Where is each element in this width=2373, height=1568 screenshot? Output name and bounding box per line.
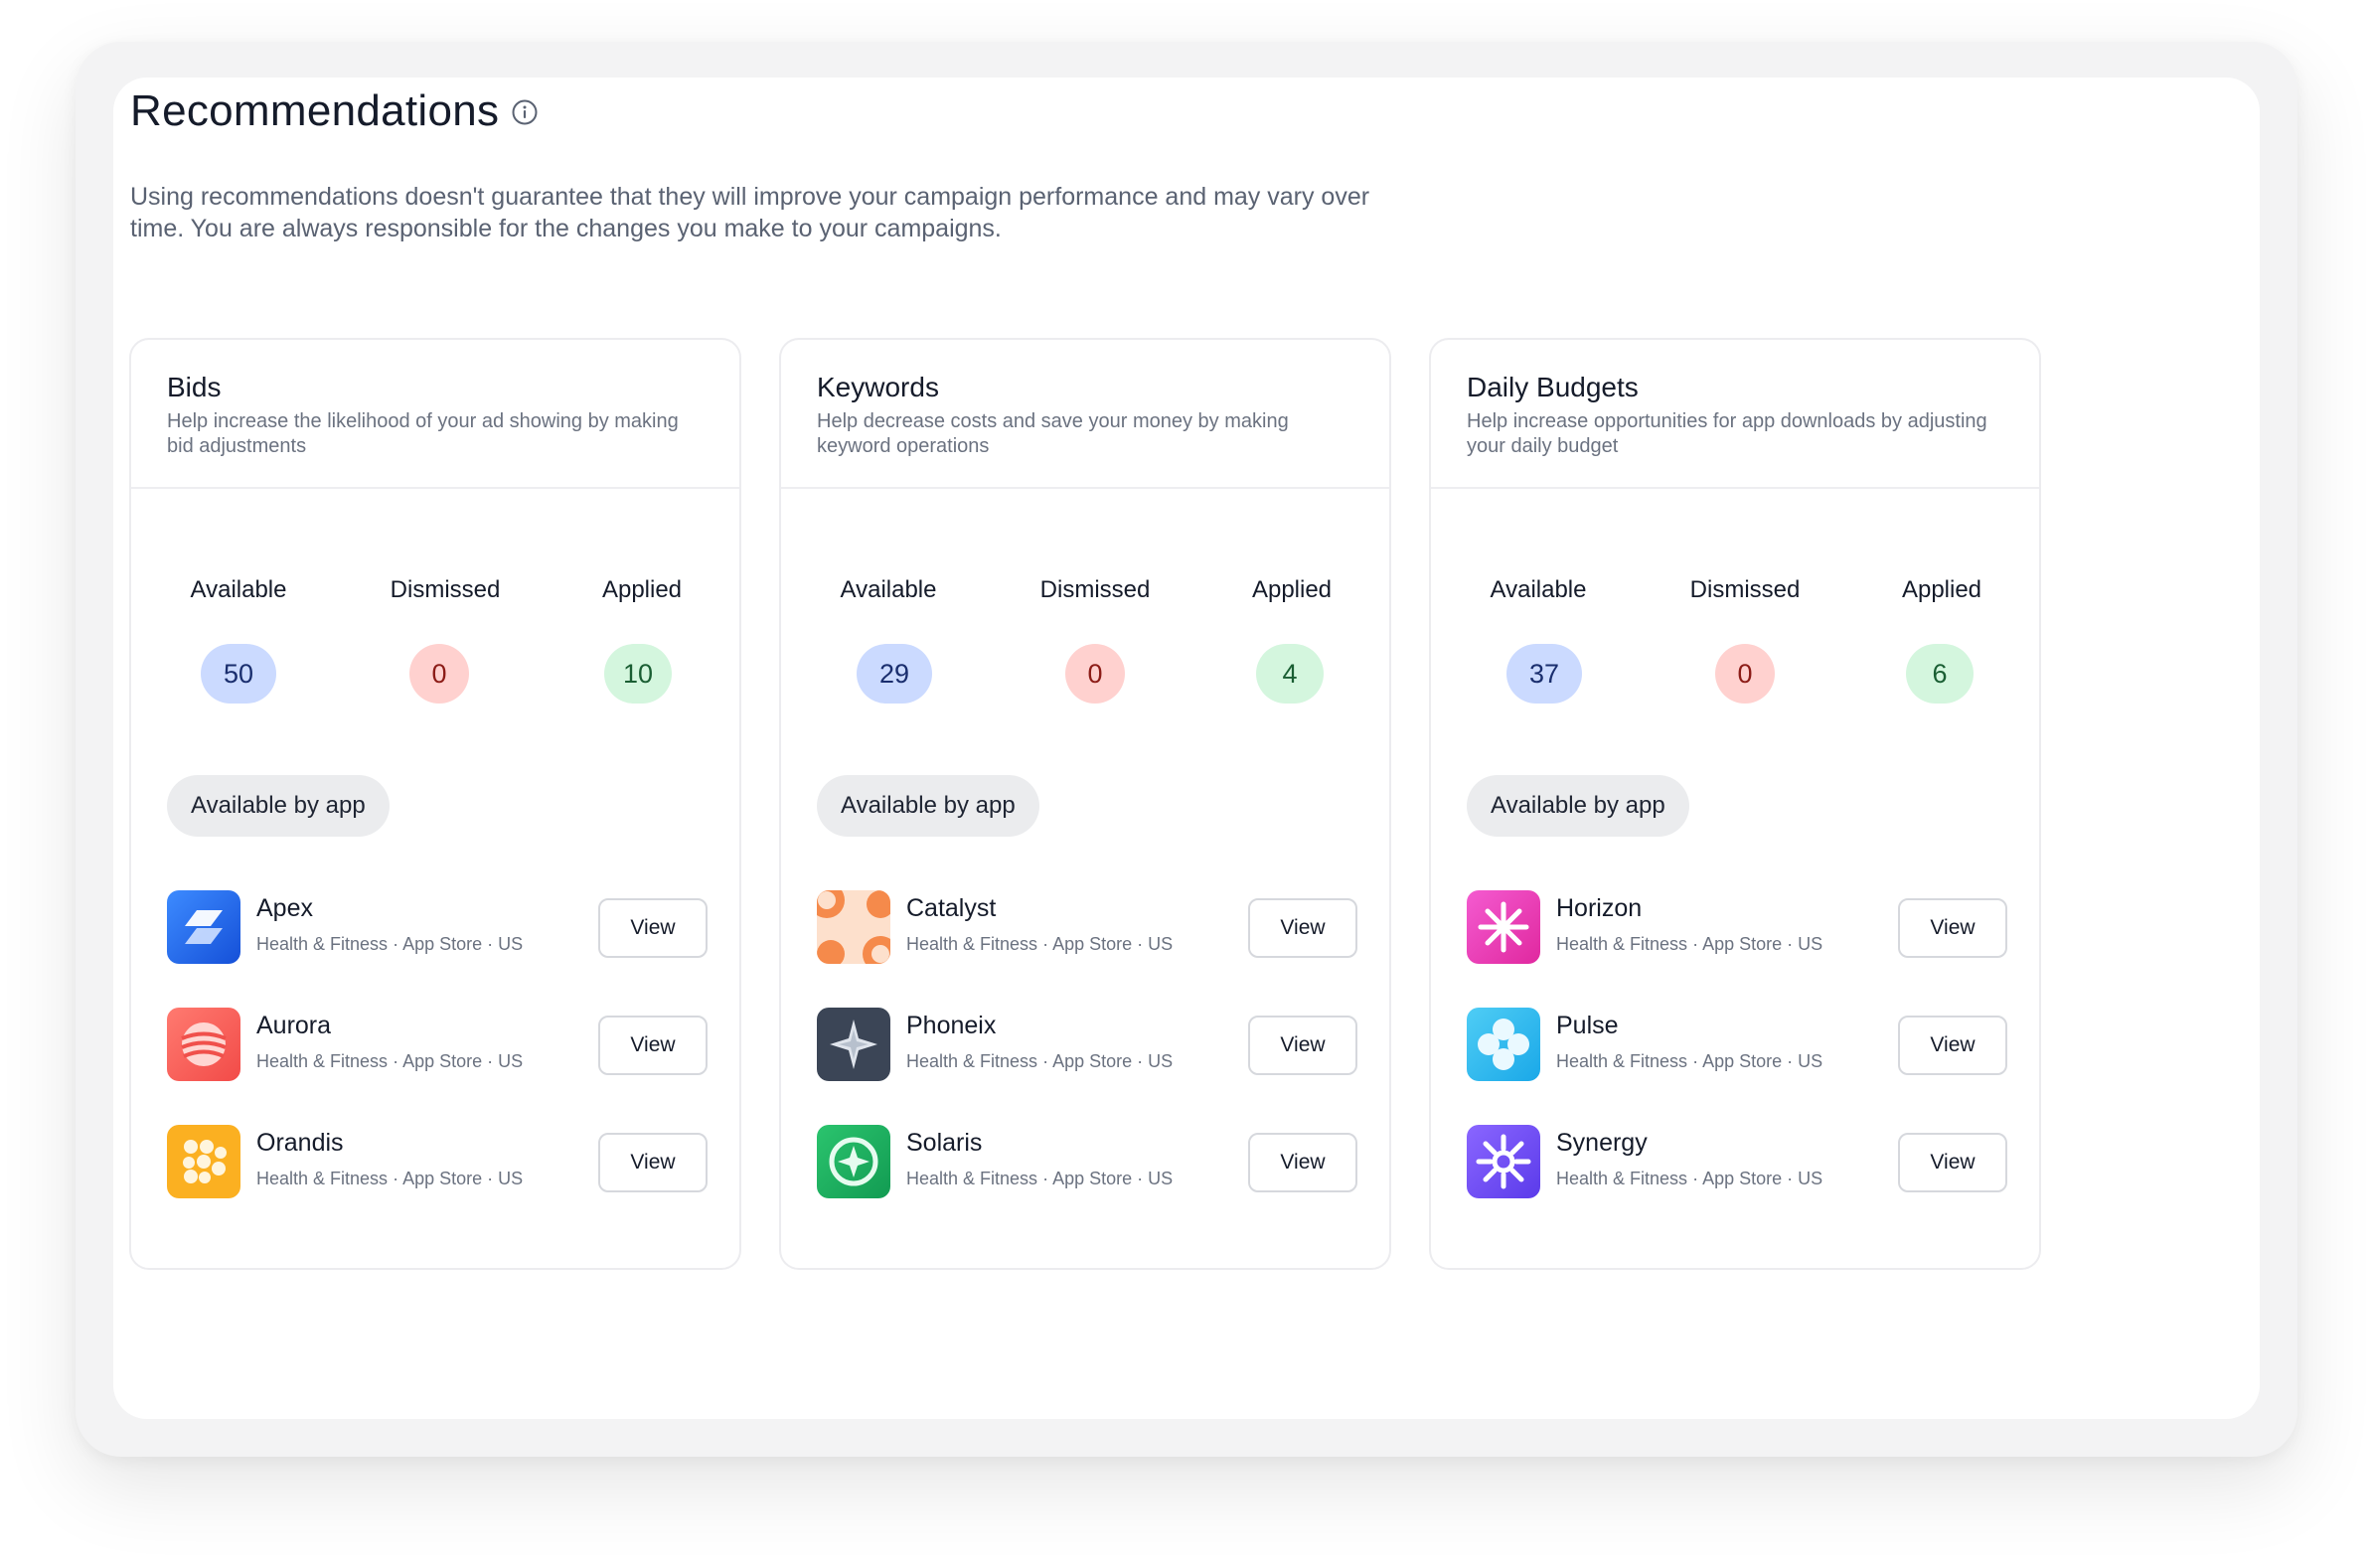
- dismissed-count-badge[interactable]: 0: [409, 644, 469, 704]
- app-meta: Health & Fitness · App Store · US: [1556, 934, 1823, 954]
- card-description: Help increase the likelihood of your ad …: [167, 410, 679, 457]
- dismissed-label: Dismissed: [1039, 576, 1151, 603]
- applied-label: Applied: [1251, 576, 1333, 603]
- apex-logo-icon: [167, 890, 240, 964]
- synergy-logo-icon: [1467, 1125, 1540, 1198]
- available-count-badge[interactable]: 50: [201, 644, 276, 704]
- app-meta: Health & Fitness · App Store · US: [1556, 1051, 1823, 1071]
- info-circle-icon[interactable]: [511, 96, 539, 126]
- app-meta: Health & Fitness · App Store · US: [256, 934, 524, 954]
- card-description: Help decrease costs and save your money …: [817, 410, 1289, 457]
- app-row: Catalyst Health & Fitness · App Store · …: [817, 890, 1357, 964]
- card-header: Keywords Help decrease costs and save yo…: [781, 340, 1389, 489]
- title-row: Recommendations: [130, 81, 1422, 141]
- card-title: Daily Budgets: [1467, 372, 1639, 402]
- view-button[interactable]: View: [1898, 1133, 2007, 1192]
- app-row: Solaris Health & Fitness · App Store · U…: [817, 1125, 1357, 1198]
- app-row: Aurora Health & Fitness · App Store · US…: [167, 1008, 708, 1081]
- applied-label: Applied: [1901, 576, 1982, 603]
- view-button[interactable]: View: [1248, 1133, 1357, 1192]
- phoneix-logo-icon: [817, 1008, 890, 1081]
- app-row: Apex Health & Fitness · App Store · US V…: [167, 890, 708, 964]
- orandis-logo-icon: [167, 1125, 240, 1198]
- app-row: Orandis Health & Fitness · App Store · U…: [167, 1125, 708, 1198]
- card-description: Help increase opportunities for app down…: [1467, 410, 1987, 457]
- applied-count-badge[interactable]: 4: [1256, 644, 1324, 704]
- app-name: Orandis: [256, 1129, 344, 1157]
- card-bids: Bids Help increase the likelihood of you…: [129, 338, 741, 1270]
- recommendation-cards: Bids Help increase the likelihood of you…: [129, 338, 2041, 1270]
- dismissed-label: Dismissed: [390, 576, 501, 603]
- app-meta: Health & Fitness · App Store · US: [256, 1169, 524, 1188]
- stats-row: Available Dismissed Applied 50 0 10: [131, 576, 739, 715]
- card-daily-budgets: Daily Budgets Help increase opportunitie…: [1429, 338, 2041, 1270]
- solaris-logo-icon: [817, 1125, 890, 1198]
- card-title: Keywords: [817, 372, 939, 402]
- page-title: Recommendations: [130, 86, 500, 135]
- available-label: Available: [840, 576, 937, 603]
- card-header: Bids Help increase the likelihood of you…: [131, 340, 739, 489]
- app-name: Solaris: [906, 1129, 983, 1157]
- applied-count-badge[interactable]: 6: [1906, 644, 1974, 704]
- view-button[interactable]: View: [598, 1016, 708, 1075]
- card-title: Bids: [167, 372, 222, 402]
- app-name: Synergy: [1556, 1129, 1648, 1157]
- app-meta: Health & Fitness · App Store · US: [1556, 1169, 1823, 1188]
- available-count-badge[interactable]: 37: [1506, 644, 1582, 704]
- view-button[interactable]: View: [1898, 1016, 2007, 1075]
- app-name: Pulse: [1556, 1012, 1619, 1039]
- page-subtitle: Using recommendations doesn't guarantee …: [130, 183, 1370, 242]
- stats-row: Available Dismissed Applied 29 0 4: [781, 576, 1389, 715]
- dismissed-label: Dismissed: [1689, 576, 1801, 603]
- page-header: Recommendations Using recommendations do…: [130, 81, 1422, 244]
- aurora-logo-icon: [167, 1008, 240, 1081]
- app-name: Aurora: [256, 1012, 332, 1039]
- app-meta: Health & Fitness · App Store · US: [906, 1169, 1174, 1188]
- available-label: Available: [1490, 576, 1587, 603]
- app-meta: Health & Fitness · App Store · US: [256, 1051, 524, 1071]
- view-button[interactable]: View: [598, 898, 708, 958]
- app-name: Apex: [256, 894, 313, 922]
- stats-row: Available Dismissed Applied 37 0 6: [1431, 576, 2039, 715]
- applied-count-badge[interactable]: 10: [604, 644, 672, 704]
- view-button[interactable]: View: [598, 1133, 708, 1192]
- app-meta: Health & Fitness · App Store · US: [906, 934, 1174, 954]
- app-name: Phoneix: [906, 1012, 997, 1039]
- horizon-logo-icon: [1467, 890, 1540, 964]
- app-meta: Health & Fitness · App Store · US: [906, 1051, 1174, 1071]
- app-name: Catalyst: [906, 894, 997, 922]
- dismissed-count-badge[interactable]: 0: [1065, 644, 1125, 704]
- app-name: Horizon: [1556, 894, 1643, 922]
- app-row: Horizon Health & Fitness · App Store · U…: [1467, 890, 2007, 964]
- card-header: Daily Budgets Help increase opportunitie…: [1431, 340, 2039, 489]
- app-row: Pulse Health & Fitness · App Store · US …: [1467, 1008, 2007, 1081]
- view-button[interactable]: View: [1248, 1016, 1357, 1075]
- available-by-app-chip[interactable]: Available by app: [817, 775, 1039, 837]
- applied-label: Applied: [601, 576, 683, 603]
- dismissed-count-badge[interactable]: 0: [1715, 644, 1775, 704]
- available-by-app-chip[interactable]: Available by app: [167, 775, 390, 837]
- view-button[interactable]: View: [1248, 898, 1357, 958]
- catalyst-logo-icon: [817, 890, 890, 964]
- available-by-app-chip[interactable]: Available by app: [1467, 775, 1689, 837]
- available-label: Available: [190, 576, 287, 603]
- pulse-logo-icon: [1467, 1008, 1540, 1081]
- available-count-badge[interactable]: 29: [857, 644, 932, 704]
- view-button[interactable]: View: [1898, 898, 2007, 958]
- card-keywords: Keywords Help decrease costs and save yo…: [779, 338, 1391, 1270]
- app-row: Phoneix Health & Fitness · App Store · U…: [817, 1008, 1357, 1081]
- app-row: Synergy Health & Fitness · App Store · U…: [1467, 1125, 2007, 1198]
